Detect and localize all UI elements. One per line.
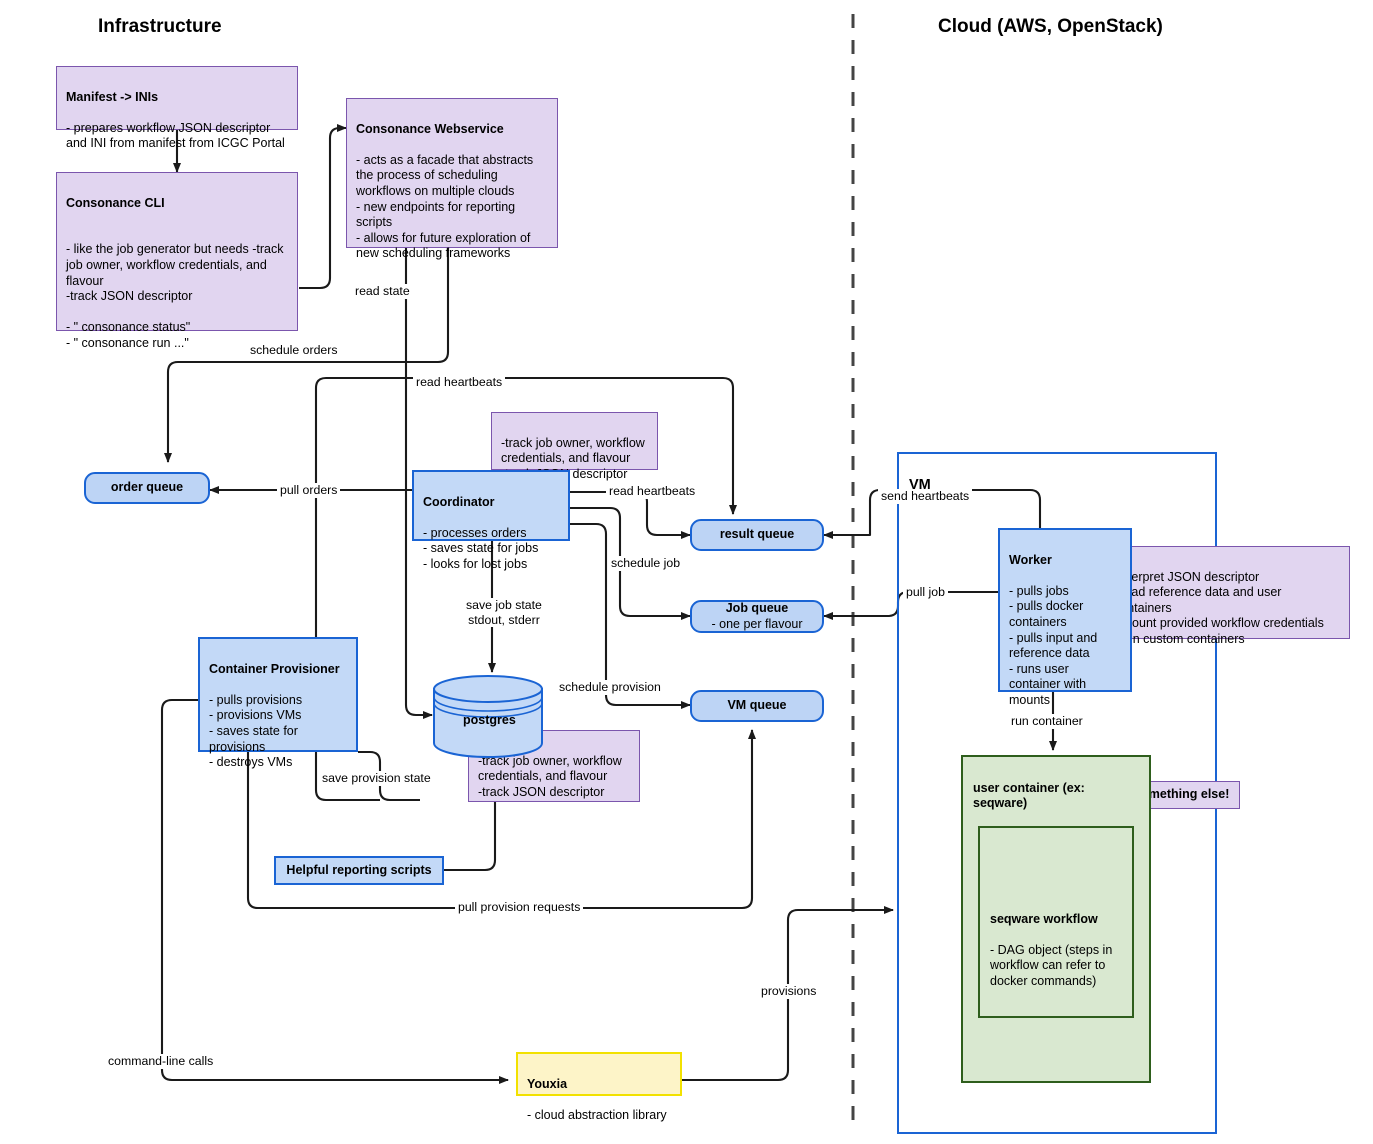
edge-label-read-heartbeats-left: read heartbeats xyxy=(413,375,506,390)
node-vm-queue[interactable]: VM queue xyxy=(690,690,824,722)
edge-label-schedule-orders: schedule orders xyxy=(247,343,341,358)
node-title: Job queue xyxy=(725,600,789,615)
edge-label-pull-job: pull job xyxy=(903,585,948,600)
diagram-canvas: Infrastructure Cloud (AWS, OpenStack) VM… xyxy=(0,0,1373,1144)
node-title: Consonance Webservice xyxy=(356,121,504,136)
node-body: - pulls provisions - provisions VMs - sa… xyxy=(209,692,303,770)
node-body: - pulls jobs - pulls docker containers -… xyxy=(1009,583,1098,707)
node-consonance-cli[interactable]: Consonance CLI - like the job generator … xyxy=(56,172,298,350)
node-body: - like the job generator but needs -trac… xyxy=(66,242,284,350)
edge-label-save-provision-state: save provision state xyxy=(319,771,434,786)
node-body: - prepares workflow JSON descriptor and … xyxy=(66,120,285,151)
postgres-label: postgres xyxy=(463,713,516,727)
node-reporting-scripts[interactable]: Helpful reporting scripts xyxy=(274,856,444,885)
node-coordinator-note: -track job owner, workflow credentials, … xyxy=(491,412,658,481)
edge-label-command-line-calls: command-line calls xyxy=(105,1054,217,1069)
edge-label-read-state: read state xyxy=(352,284,413,299)
section-title-cloud: Cloud (AWS, OpenStack) xyxy=(938,16,1163,37)
node-title: order queue xyxy=(110,480,184,495)
node-worker-note: -interpret JSON descriptor - load refere… xyxy=(1104,546,1350,646)
node-manifest-inis[interactable]: Manifest -> INIs - prepares workflow JSO… xyxy=(56,66,298,150)
edge-label-provisions: provisions xyxy=(758,984,820,999)
node-result-queue[interactable]: result queue xyxy=(690,519,824,551)
node-container-provisioner[interactable]: Container Provisioner - pulls provisions… xyxy=(198,637,358,769)
edge-label-read-heartbeats-right: read heartbeats xyxy=(606,484,699,499)
node-title: Worker xyxy=(1009,552,1052,567)
node-body: - processes orders - saves state for job… xyxy=(423,525,539,571)
node-body: - DAG object (steps in workflow can refe… xyxy=(990,942,1113,988)
node-body: - cloud abstraction library xyxy=(527,1107,667,1122)
node-seqware-workflow[interactable]: seqware workflow - DAG object (steps in … xyxy=(978,826,1134,1018)
node-title: Consonance CLI xyxy=(66,195,165,210)
node-worker[interactable]: Worker - pulls jobs - pulls docker conta… xyxy=(998,528,1132,707)
node-title: user container (ex: seqware) xyxy=(973,780,1085,811)
node-order-queue[interactable]: order queue xyxy=(84,472,210,504)
edge-label-run-container: run container xyxy=(1008,714,1086,729)
node-title: seqware workflow xyxy=(990,911,1098,926)
node-title: Youxia xyxy=(527,1076,568,1091)
node-title: Helpful reporting scripts xyxy=(286,862,432,877)
edge-label-schedule-job: schedule job xyxy=(608,556,684,571)
node-coordinator[interactable]: Coordinator - processes orders - saves s… xyxy=(412,470,570,571)
edge-label-schedule-provision: schedule provision xyxy=(556,680,664,695)
node-title: VM queue xyxy=(727,698,787,713)
node-body: -track job owner, workflow credentials, … xyxy=(478,753,622,799)
node-job-queue[interactable]: Job queue - one per flavour xyxy=(690,600,824,633)
edge-label-send-heartbeats: send heartbeats xyxy=(878,489,973,504)
node-consonance-webservice[interactable]: Consonance Webservice - acts as a facade… xyxy=(346,98,558,260)
section-title-infrastructure: Infrastructure xyxy=(98,16,222,37)
node-body: - one per flavour xyxy=(711,616,803,631)
edge-label-pull-orders: pull orders xyxy=(277,483,341,498)
node-body: -interpret JSON descriptor - load refere… xyxy=(1114,569,1324,646)
node-title: result queue xyxy=(719,527,795,542)
node-title: Container Provisioner xyxy=(209,661,340,676)
node-title: Manifest -> INIs xyxy=(66,89,159,104)
node-body: - acts as a facade that abstracts the pr… xyxy=(356,152,534,261)
edge-label-save-job-state: save job state stdout, stderr xyxy=(463,598,545,627)
edge-label-pull-provision-requests: pull provision requests xyxy=(455,900,584,915)
node-youxia[interactable]: Youxia - cloud abstraction library xyxy=(516,1052,682,1122)
node-title: Coordinator xyxy=(423,494,495,509)
